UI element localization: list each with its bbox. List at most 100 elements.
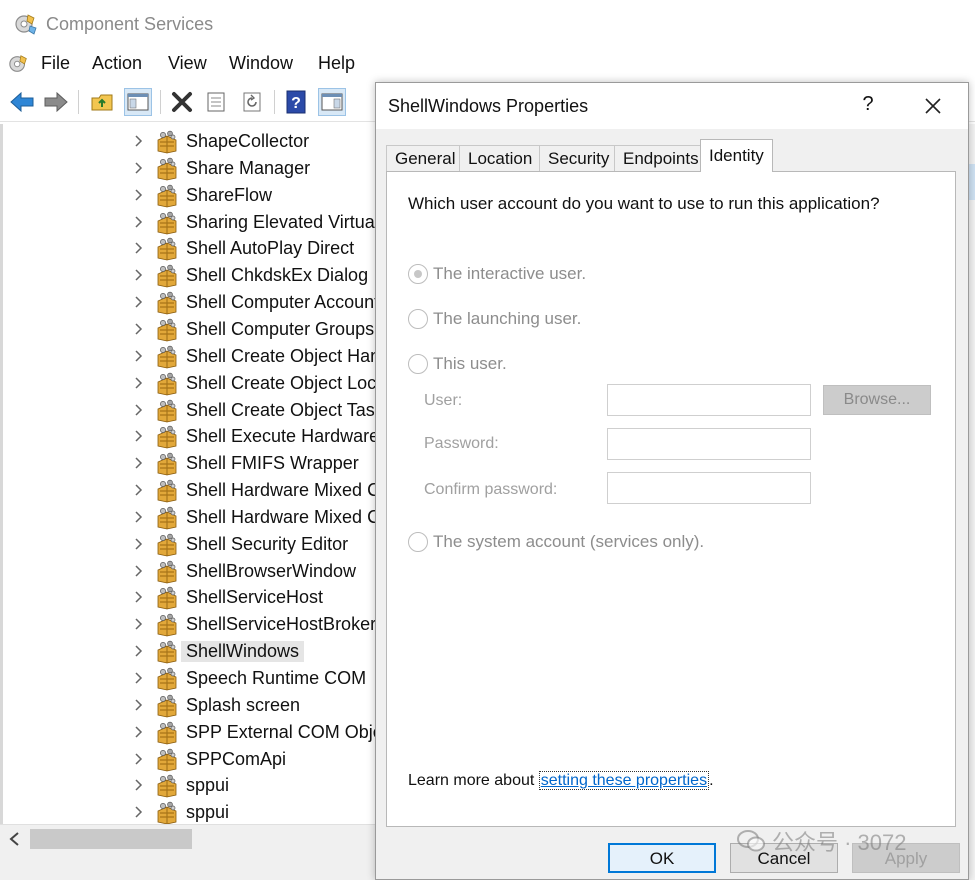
- chevron-right-icon[interactable]: [131, 725, 145, 739]
- view-pane-button[interactable]: [318, 88, 346, 116]
- back-arrow-icon: [10, 91, 34, 113]
- back-button[interactable]: [8, 88, 36, 116]
- tree-item[interactable]: Share Manager: [3, 155, 376, 182]
- tree-item[interactable]: Shell Computer Groups: [3, 316, 376, 343]
- tree-item[interactable]: Shell Security Editor: [3, 531, 376, 558]
- tab-general[interactable]: General: [386, 145, 465, 171]
- scroll-left-icon[interactable]: [8, 831, 22, 847]
- show-hide-tree-button[interactable]: [124, 88, 152, 116]
- chevron-right-icon[interactable]: [131, 483, 145, 497]
- browse-button[interactable]: Browse...: [823, 385, 931, 415]
- delete-button[interactable]: [168, 88, 196, 116]
- chevron-right-icon[interactable]: [131, 590, 145, 604]
- tree-item[interactable]: ShellWindows: [3, 638, 376, 665]
- chevron-right-icon[interactable]: [131, 778, 145, 792]
- tree-item[interactable]: Shell Computer Account: [3, 289, 376, 316]
- tree-item[interactable]: ShareFlow: [3, 182, 376, 209]
- tree-item[interactable]: Shell ChkdskEx Dialog: [3, 262, 376, 289]
- chevron-right-icon[interactable]: [131, 188, 145, 202]
- radio-interactive-user-label: The interactive user.: [433, 264, 587, 283]
- menu-view[interactable]: View: [165, 53, 210, 74]
- chevron-right-icon[interactable]: [131, 456, 145, 470]
- tree-item[interactable]: Shell AutoPlay Direct: [3, 235, 376, 262]
- chevron-right-icon[interactable]: [131, 537, 145, 551]
- menu-window[interactable]: Window: [226, 53, 296, 74]
- chevron-right-icon[interactable]: [131, 564, 145, 578]
- tree-item[interactable]: ShellServiceHost: [3, 584, 376, 611]
- menu-action[interactable]: Action: [89, 53, 145, 74]
- chevron-right-icon[interactable]: [131, 644, 145, 658]
- properties-button[interactable]: [202, 88, 230, 116]
- tree-item[interactable]: ShellBrowserWindow: [3, 558, 376, 585]
- watermark: 公众号 · 3072: [736, 826, 907, 856]
- chevron-right-icon[interactable]: [131, 215, 145, 229]
- com-package-icon: [157, 426, 177, 449]
- tree-item[interactable]: sppui: [3, 799, 376, 824]
- tree-item-label: sppui: [186, 802, 230, 823]
- tree-item[interactable]: ShapeCollector: [3, 128, 376, 155]
- tree-item[interactable]: ShellServiceHostBrokerP: [3, 611, 376, 638]
- menu-file[interactable]: File: [38, 53, 73, 74]
- confirm-password-field[interactable]: [607, 472, 811, 504]
- radio-this-user-label: This user.: [433, 354, 507, 373]
- ok-button[interactable]: OK: [608, 843, 716, 873]
- chevron-right-icon[interactable]: [131, 241, 145, 255]
- radio-interactive-user[interactable]: [408, 264, 428, 284]
- chevron-right-icon[interactable]: [131, 134, 145, 148]
- chevron-right-icon[interactable]: [131, 268, 145, 282]
- scrollbar-thumb[interactable]: [30, 829, 192, 849]
- radio-system-account[interactable]: [408, 532, 428, 552]
- tab-security[interactable]: Security: [539, 145, 619, 171]
- system-menu-icon[interactable]: [8, 53, 30, 75]
- radio-launching-user[interactable]: [408, 309, 428, 329]
- view-pane-icon: [321, 93, 343, 111]
- tab-endpoints[interactable]: Endpoints: [614, 145, 708, 171]
- chevron-right-icon[interactable]: [131, 752, 145, 766]
- radio-this-user[interactable]: [408, 354, 428, 374]
- status-bar: [0, 852, 376, 880]
- up-level-button[interactable]: [88, 88, 116, 116]
- password-field[interactable]: [607, 428, 811, 460]
- user-field[interactable]: [607, 384, 811, 416]
- close-icon[interactable]: [922, 95, 944, 117]
- com-package-icon: [157, 694, 177, 718]
- chevron-right-icon[interactable]: [131, 295, 145, 309]
- tree-item[interactable]: Shell Hardware Mixed Co: [3, 504, 376, 531]
- chevron-right-icon[interactable]: [131, 161, 145, 175]
- chevron-right-icon[interactable]: [131, 429, 145, 443]
- menu-help[interactable]: Help: [315, 53, 358, 74]
- dialog-title: ShellWindows Properties: [388, 96, 589, 116]
- tree-item[interactable]: Shell Execute Hardware E: [3, 423, 376, 450]
- chevron-right-icon[interactable]: [131, 322, 145, 336]
- tab-location[interactable]: Location: [459, 145, 542, 171]
- tree-item[interactable]: SPP External COM Objec: [3, 719, 376, 746]
- tree-item[interactable]: Shell Hardware Mixed Co: [3, 477, 376, 504]
- component-tree[interactable]: ShapeCollector Share Manager ShareFlow Shar…: [0, 124, 376, 824]
- help-button[interactable]: ?: [282, 88, 310, 116]
- tree-item[interactable]: Sharing Elevated Virtual I: [3, 209, 376, 236]
- tree-item[interactable]: Shell FMIFS Wrapper: [3, 450, 376, 477]
- chevron-right-icon[interactable]: [131, 376, 145, 390]
- tree-item[interactable]: Shell Create Object Task: [3, 397, 376, 424]
- tree-item[interactable]: Speech Runtime COM: [3, 665, 376, 692]
- tree-item[interactable]: Shell Create Object Hand: [3, 343, 376, 370]
- tree-item[interactable]: Splash screen: [3, 692, 376, 719]
- dialog-help-button[interactable]: ?: [858, 93, 878, 117]
- chevron-right-icon[interactable]: [131, 805, 145, 819]
- forward-button[interactable]: [42, 88, 70, 116]
- horizontal-scrollbar[interactable]: [0, 824, 376, 852]
- chevron-right-icon[interactable]: [131, 671, 145, 685]
- tree-item[interactable]: SPPComApi: [3, 746, 376, 773]
- com-package-icon: [157, 452, 177, 476]
- tree-item[interactable]: Shell Create Object Loca: [3, 370, 376, 397]
- chevron-right-icon[interactable]: [131, 617, 145, 631]
- chevron-right-icon[interactable]: [131, 349, 145, 363]
- chevron-right-icon[interactable]: [131, 698, 145, 712]
- tab-identity[interactable]: Identity: [700, 139, 773, 172]
- tree-item[interactable]: sppui: [3, 772, 376, 799]
- refresh-button[interactable]: [238, 88, 266, 116]
- tree-item-label: Shell Create Object Loca: [186, 372, 376, 393]
- chevron-right-icon[interactable]: [131, 403, 145, 417]
- chevron-right-icon[interactable]: [131, 510, 145, 524]
- learn-more-link[interactable]: setting these properties: [538, 771, 710, 790]
